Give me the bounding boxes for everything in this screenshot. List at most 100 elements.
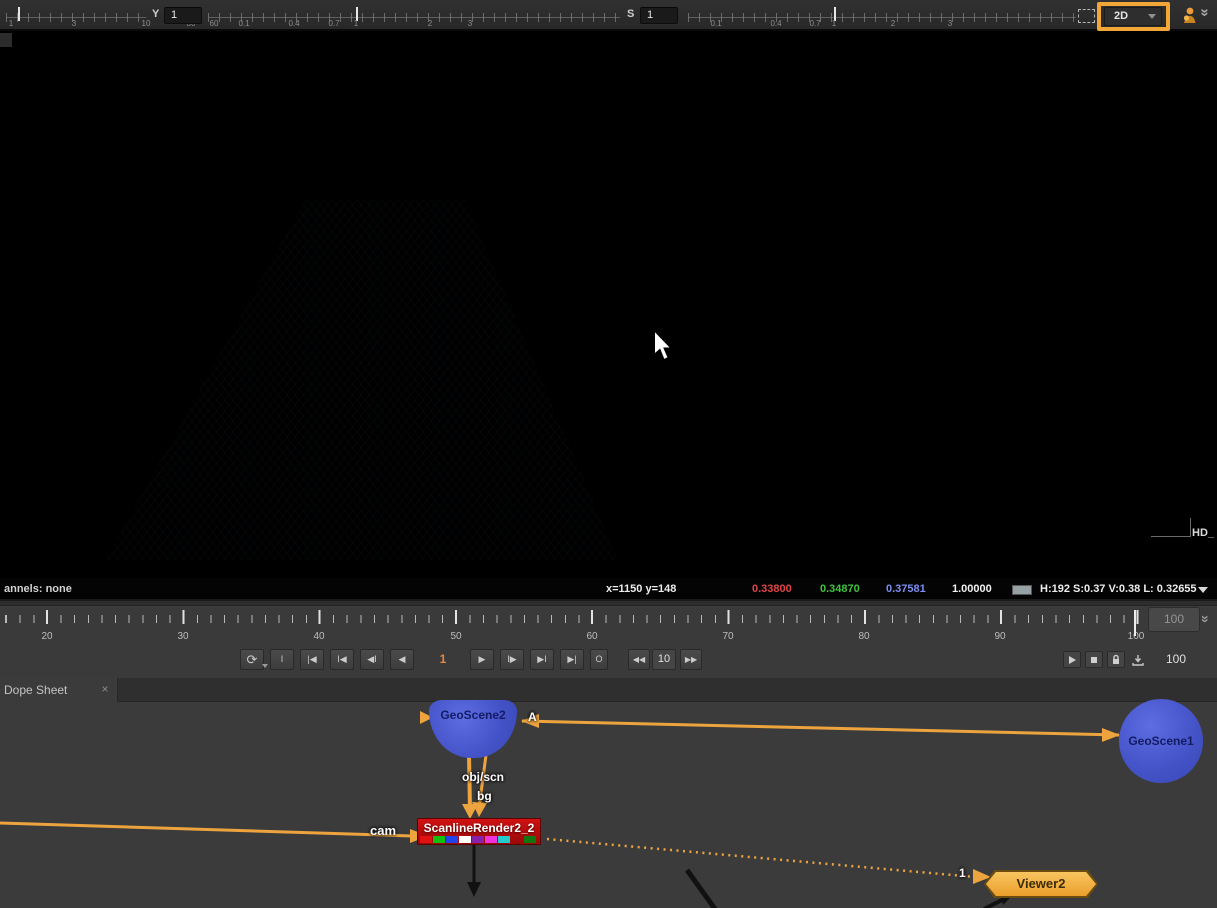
- green-value-readout: 0.34870: [820, 583, 860, 595]
- gain-label: Y: [152, 8, 159, 20]
- chevron-down-icon[interactable]: [1198, 587, 1208, 593]
- tick-label: 0.7: [328, 19, 339, 28]
- tick-label: 0.4: [288, 19, 299, 28]
- viewer-canvas[interactable]: HD_: [0, 31, 1217, 578]
- mouse-cursor: [652, 331, 676, 366]
- channel-chip: [433, 836, 445, 843]
- tick-label: 50: [450, 631, 461, 642]
- tick-label: 1: [832, 19, 836, 28]
- node-scanlinerender2-2[interactable]: ScanlineRender2_2: [417, 818, 541, 845]
- view-mode-dropdown[interactable]: 2D: [1104, 7, 1162, 26]
- tick-label: 70: [722, 631, 733, 642]
- edge-label-bg: bg: [477, 789, 492, 803]
- tick-label: 2: [891, 19, 895, 28]
- rendered-metal-walkway-image: [0, 31, 1217, 578]
- tick-label: 80: [858, 631, 869, 642]
- edge-label-a: A: [528, 710, 537, 724]
- tick-label: 90: [994, 631, 1005, 642]
- blue-value-readout: 0.37581: [886, 583, 926, 595]
- node-label: GeoScene1: [1128, 734, 1193, 748]
- prev-keyframe-button[interactable]: I◀: [330, 649, 354, 670]
- playback-viewer-icon[interactable]: [1063, 651, 1081, 668]
- gain-slider[interactable]: 13103060: [6, 4, 146, 30]
- tick-label: 10: [142, 19, 151, 28]
- saturation-slider[interactable]: 0.1 0.4 0.7 1 2 3: [688, 4, 1076, 30]
- tick-label: 30: [177, 631, 188, 642]
- roi-icon[interactable]: [1078, 9, 1095, 23]
- channel-chip: [485, 836, 497, 843]
- input-process-icon[interactable]: [1181, 6, 1198, 29]
- node-viewer2[interactable]: Viewer2: [984, 870, 1098, 898]
- range-end-marker[interactable]: [1134, 610, 1136, 636]
- alpha-value-readout: 1.00000: [952, 583, 992, 595]
- play-forward-button[interactable]: ▶: [470, 649, 494, 670]
- goto-last-frame-button[interactable]: ▶|: [560, 649, 584, 670]
- pixel-coords-readout: x=1150 y=148: [606, 583, 676, 595]
- edge-label-obj-scn: obj/scn: [462, 770, 504, 784]
- frame-ruler[interactable]: 2030405060708090100: [0, 609, 1146, 645]
- format-boundary-line: [1151, 536, 1190, 537]
- tick-label: 20: [41, 631, 52, 642]
- chevron-down-icon: [262, 664, 268, 668]
- goto-first-frame-button[interactable]: |◀: [300, 649, 324, 670]
- hsvl-readout: H:192 S:0.37 V:0.38 L: 0.32655: [1040, 583, 1197, 595]
- loop-mode-button[interactable]: ⟳: [240, 649, 264, 670]
- gain-value-field[interactable]: 1: [164, 7, 202, 24]
- ruler-major-ticks: [0, 610, 1146, 624]
- tick-label: 0.1: [710, 19, 721, 28]
- frame-increment-field[interactable]: 10: [652, 649, 676, 670]
- fps-field[interactable]: 100: [1152, 649, 1200, 670]
- tick-label: 0.1: [238, 19, 249, 28]
- channel-chips: [420, 836, 536, 843]
- node-label: Viewer2: [986, 872, 1096, 896]
- tick-label: 2: [428, 19, 432, 28]
- tick-label: 0.4: [770, 19, 781, 28]
- channels-readout: annels: none: [4, 583, 72, 595]
- edge-label-viewer-input-1: 1: [959, 866, 966, 880]
- play-backward-button[interactable]: ◀: [390, 649, 414, 670]
- sampled-color-swatch: [1012, 585, 1032, 595]
- next-keyframe-button[interactable]: ▶I: [530, 649, 554, 670]
- saturation-value-field[interactable]: 1: [640, 7, 678, 24]
- node-geoscene1[interactable]: GeoScene1: [1119, 699, 1203, 783]
- chevron-down-icon: [1148, 14, 1156, 19]
- channel-chip: [498, 836, 510, 843]
- tick-label: 60: [586, 631, 597, 642]
- tick-label: 0.7: [809, 19, 820, 28]
- channel-chip: [420, 836, 432, 843]
- node-label: ScanlineRender2_2: [418, 821, 540, 835]
- view-mode-value: 2D: [1114, 10, 1128, 22]
- node-label: GeoScene2: [440, 708, 505, 722]
- timeline-range-groove[interactable]: [0, 601, 1217, 606]
- step-back-button[interactable]: ◀I: [360, 649, 384, 670]
- gamma-slider[interactable]: 0.10.40.7123: [208, 4, 620, 30]
- range-end-field[interactable]: 100: [1148, 607, 1200, 632]
- set-in-button[interactable]: I: [270, 649, 294, 670]
- stop-icon[interactable]: [1085, 651, 1103, 668]
- current-frame-field[interactable]: 1: [426, 649, 460, 670]
- ruler-labels: 2030405060708090100: [0, 631, 1146, 643]
- panel-corner: [0, 33, 12, 47]
- set-out-button[interactable]: O: [590, 649, 608, 670]
- skip-forward-button[interactable]: ▶▶: [680, 649, 702, 670]
- tick-label: 3: [948, 19, 952, 28]
- tick-label: 1: [9, 19, 13, 28]
- channel-chip: [446, 836, 458, 843]
- viewer-toolbar: 13103060 Y 1 0.1 0.4 0.7 1 2 3 S 1 0.1 0.4 0.7 1…: [0, 0, 1217, 31]
- gain-slider-labels: 13103060: [6, 19, 146, 29]
- step-forward-button[interactable]: I▶: [500, 649, 524, 670]
- expand-chevrons-icon[interactable]: »: [1198, 615, 1214, 623]
- lock-range-icon[interactable]: [1107, 651, 1125, 668]
- node-graph-panel[interactable]: Dope Sheet × GeoScene2 GeoScene1: [0, 678, 1217, 908]
- saturation-label: S: [627, 8, 634, 20]
- channel-chip: [524, 836, 536, 843]
- viewer-info-bar: annels: none x=1150 y=148 0.33800 0.3487…: [0, 578, 1217, 601]
- gamma-slider-labels: 0.10.40.7123: [208, 19, 620, 29]
- flipbook-render-icon[interactable]: [1129, 651, 1147, 668]
- edge-label-cam: cam: [370, 823, 396, 838]
- expand-chevrons-icon[interactable]: »: [1197, 8, 1214, 16]
- channel-chip: [472, 836, 484, 843]
- tick-label: 3: [468, 19, 472, 28]
- skip-back-button[interactable]: ◀◀: [628, 649, 650, 670]
- format-boundary-line: [1190, 518, 1191, 537]
